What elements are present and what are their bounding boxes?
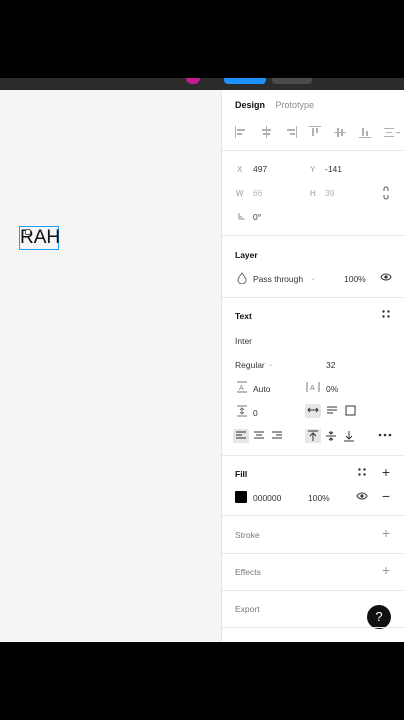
blend-mode-icon (235, 272, 249, 286)
align-left-icon[interactable] (235, 126, 247, 138)
divider (222, 590, 404, 591)
line-height-input[interactable]: Auto (253, 384, 271, 394)
chevron-down-icon: ⌄ (268, 361, 274, 368)
divider (222, 553, 404, 554)
font-family-select[interactable]: Inter (235, 336, 252, 346)
constrain-proportions-icon[interactable] (379, 186, 393, 200)
align-text-center-icon[interactable] (252, 430, 266, 444)
align-right-icon[interactable] (285, 126, 297, 138)
panel-tabs: Design Prototype (235, 100, 322, 110)
fill-color-swatch[interactable] (235, 491, 247, 503)
top-toolbar (0, 0, 404, 90)
y-input[interactable]: -141 (325, 164, 342, 174)
effects-section-title: Effects (235, 567, 261, 577)
align-top-icon[interactable] (309, 126, 322, 138)
paragraph-spacing-input[interactable]: 0 (253, 408, 258, 418)
divider (222, 515, 404, 516)
divider (222, 150, 404, 151)
chevron-down-icon: ⌄ (310, 275, 316, 282)
layer-section-title: Layer (235, 250, 258, 260)
canvas[interactable]: RAH (0, 90, 221, 642)
align-vertical-center-icon[interactable] (334, 126, 347, 138)
auto-height-icon[interactable] (325, 405, 339, 419)
add-fill-icon[interactable]: + (379, 465, 393, 480)
stroke-section-title: Stroke (235, 530, 260, 540)
blend-mode-select[interactable]: Pass through (253, 274, 303, 284)
y-label: Y (310, 165, 316, 174)
remove-fill-icon[interactable]: − (379, 489, 393, 504)
w-label: W (236, 189, 244, 198)
add-effect-icon[interactable]: + (379, 563, 393, 578)
svg-text:A: A (239, 384, 244, 392)
fill-opacity-input[interactable]: 100% (308, 493, 330, 503)
fixed-size-icon[interactable] (343, 405, 357, 419)
h-label: H (310, 189, 316, 198)
layer-opacity-input[interactable]: 100% (344, 274, 366, 284)
export-section-title: Export (235, 604, 260, 614)
letter-spacing-icon: A (306, 381, 320, 395)
text-align-bottom-icon[interactable] (342, 430, 356, 444)
font-size-input[interactable]: 32 (326, 360, 335, 370)
play-button[interactable] (272, 78, 312, 84)
design-panel: Design Prototype X 497 Y -141 W 66 H 39 … (221, 90, 404, 642)
alignment-toolbar (235, 126, 400, 138)
text-cursor-icon (25, 229, 31, 235)
divider (222, 297, 404, 298)
distribute-menu-icon[interactable] (383, 126, 400, 138)
text-section-title: Text (235, 311, 252, 321)
tab-prototype[interactable]: Prototype (276, 100, 315, 110)
divider (222, 455, 404, 456)
fill-section-title: Fill (235, 469, 248, 479)
text-align-middle-icon[interactable] (324, 430, 338, 444)
paragraph-spacing-icon (235, 405, 249, 419)
text-align-top-icon[interactable] (306, 430, 320, 444)
h-input[interactable]: 39 (325, 188, 334, 198)
x-label: X (237, 165, 243, 174)
align-horizontal-center-icon[interactable] (260, 126, 272, 138)
help-button[interactable]: ? (367, 605, 391, 629)
svg-text:A: A (310, 384, 315, 392)
align-text-left-icon[interactable] (234, 430, 248, 444)
eye-icon[interactable] (355, 491, 369, 505)
divider (222, 627, 404, 628)
more-options-icon[interactable] (377, 430, 393, 444)
toolbar-strip (0, 78, 404, 90)
bottom-bar (0, 642, 404, 720)
fill-styles-icon[interactable] (355, 467, 369, 481)
font-weight-select[interactable]: Regular (235, 360, 265, 370)
letter-spacing-input[interactable]: 0% (326, 384, 338, 394)
selected-text-layer[interactable]: RAH (19, 226, 60, 250)
eye-icon[interactable] (379, 272, 393, 286)
auto-width-icon[interactable] (306, 405, 320, 419)
align-text-right-icon[interactable] (270, 430, 284, 444)
rotation-icon (235, 211, 249, 225)
tab-design[interactable]: Design (235, 100, 265, 110)
fill-hex-input[interactable]: 000000 (253, 493, 281, 503)
align-bottom-icon[interactable] (359, 126, 372, 138)
add-stroke-icon[interactable]: + (379, 526, 393, 541)
divider (222, 235, 404, 236)
share-button[interactable] (224, 78, 266, 84)
text-styles-icon[interactable] (379, 309, 393, 323)
line-height-icon: A (235, 381, 249, 395)
rotation-input[interactable]: 0° (253, 212, 261, 222)
w-input[interactable]: 66 (253, 188, 262, 198)
x-input[interactable]: 497 (253, 164, 267, 174)
